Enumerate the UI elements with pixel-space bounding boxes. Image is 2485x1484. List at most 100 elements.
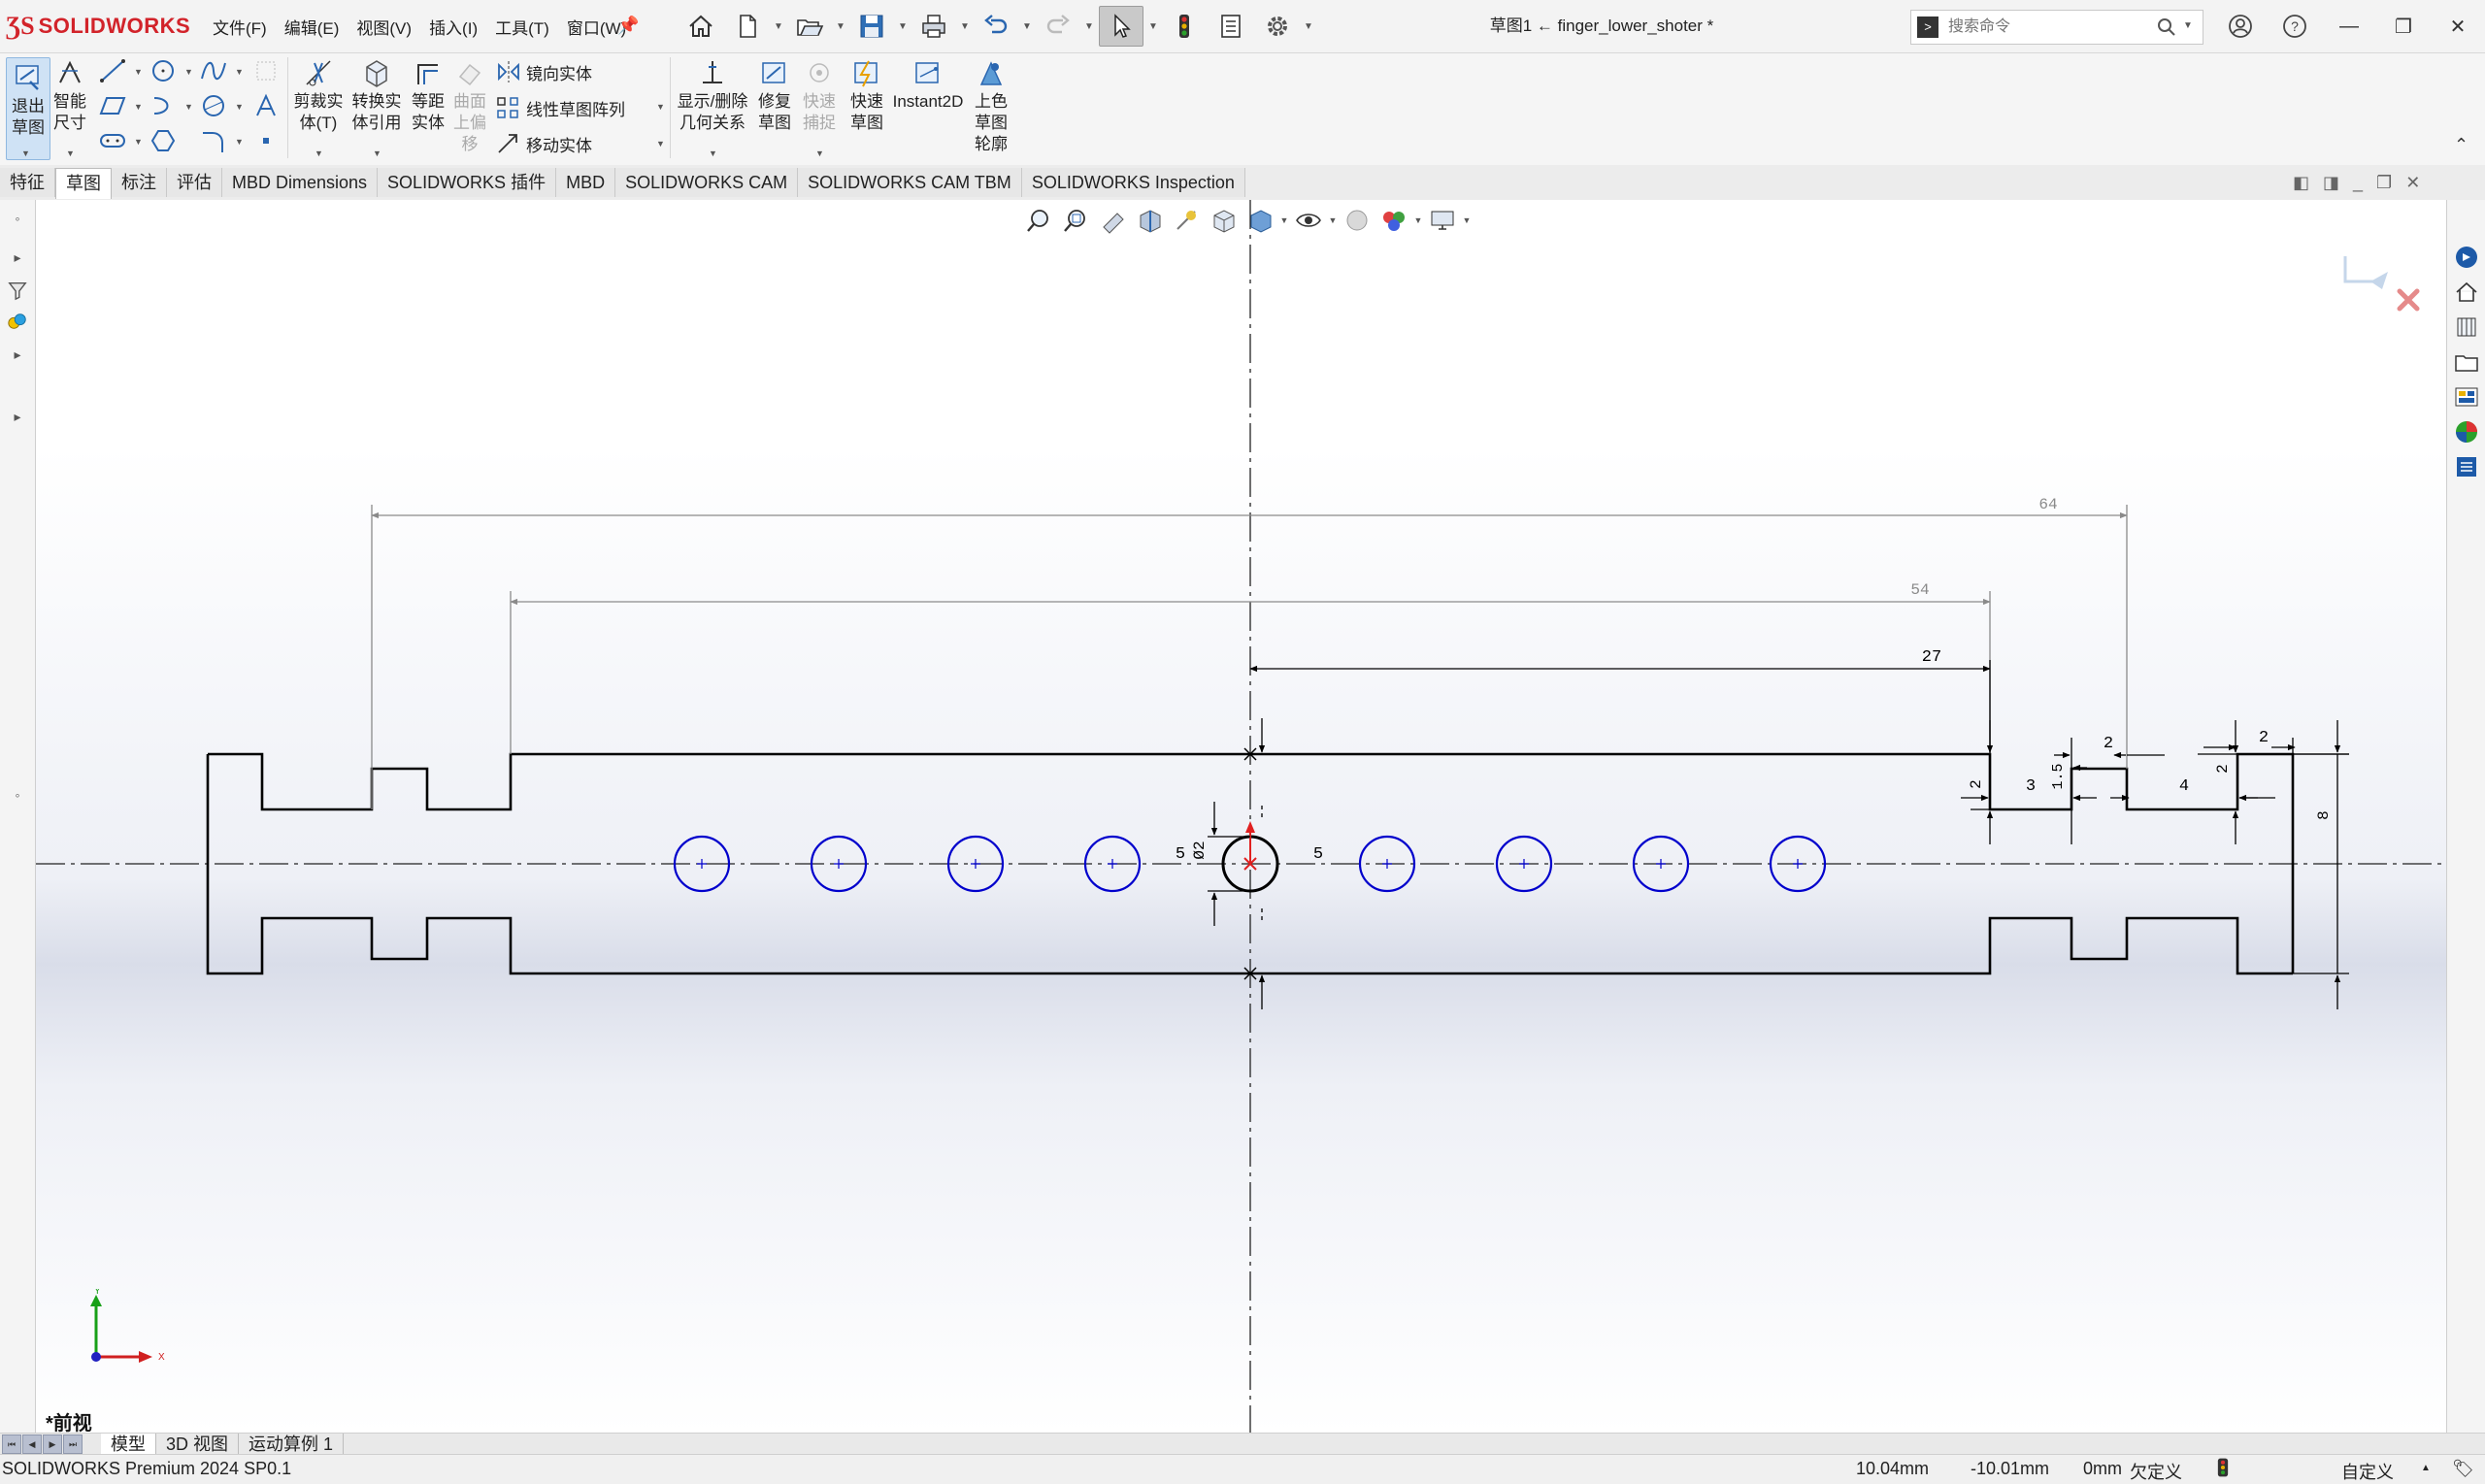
feature-tree-toggle-icon[interactable]: ▸	[4, 245, 31, 270]
zoom-to-fit-button[interactable]	[1021, 203, 1056, 238]
tile-left-icon[interactable]: ◧	[2293, 173, 2309, 193]
zoom-to-area-button[interactable]	[1058, 203, 1093, 238]
line-dropdown-icon[interactable]: ▼	[134, 67, 143, 77]
tab-motion-study-1[interactable]: 运动算例 1	[239, 1434, 345, 1455]
display-delete-relations-button[interactable]: 显示/删除 几何关系	[674, 57, 751, 134]
tile-right-icon[interactable]: ◨	[2323, 173, 2339, 193]
appearances-button[interactable]	[2451, 417, 2482, 446]
view-palette-button[interactable]	[2451, 382, 2482, 412]
exit-sketch-dropdown-icon[interactable]: ▼	[21, 148, 30, 158]
move-dropdown-icon[interactable]: ▼	[656, 139, 665, 148]
display-style-button[interactable]	[1242, 203, 1277, 238]
close-button[interactable]: ✕	[2431, 0, 2485, 52]
new-dropdown-icon[interactable]: ▼	[773, 7, 784, 46]
sketch-canvas[interactable]: 64 54 27 Ø2 5 5 2 3 1.5 2 4 2 2 8	[36, 200, 2446, 1433]
offset-entities-button[interactable]: 等距 实体	[408, 57, 448, 134]
trim-dropdown-icon[interactable]: ▼	[315, 148, 323, 158]
doc-close-icon[interactable]: ✕	[2405, 173, 2420, 193]
undo-button[interactable]	[975, 7, 1017, 46]
trim-entities-button[interactable]: 剪裁实 体(T)	[291, 57, 346, 134]
dimension-end-top-label[interactable]: 2	[2259, 729, 2269, 747]
sketch-picture-button[interactable]	[248, 55, 283, 86]
tab-3d-views[interactable]: 3D 视图	[156, 1434, 240, 1455]
display-style-dropdown-icon[interactable]: ▼	[1279, 215, 1289, 225]
undo-dropdown-icon[interactable]: ▼	[1021, 7, 1033, 46]
panel-arrow-icon[interactable]: ▸	[4, 404, 31, 429]
doc-restore-icon[interactable]: ❐	[2376, 173, 2392, 193]
move-entities-button[interactable]: 移动实体	[495, 131, 592, 156]
file-properties-button[interactable]	[1209, 7, 1252, 46]
pattern-dropdown-icon[interactable]: ▼	[656, 102, 665, 112]
search-input[interactable]	[1946, 15, 2135, 40]
point-button[interactable]	[248, 125, 283, 156]
tab-solidworks-addins[interactable]: SOLIDWORKS 插件	[378, 168, 557, 197]
search-icon[interactable]	[2156, 16, 2177, 38]
arc-dropdown-icon[interactable]: ▼	[184, 102, 193, 112]
tab-solidworks-inspection[interactable]: SOLIDWORKS Inspection	[1021, 168, 1245, 197]
ellipse-button[interactable]	[196, 90, 231, 121]
panel-expand-icon[interactable]: ◦	[4, 206, 31, 231]
apply-scene-button[interactable]	[1376, 203, 1411, 238]
dimension-step-w1-label[interactable]: 3	[2026, 777, 2036, 796]
linear-pattern-button[interactable]: 线性草图阵列	[495, 95, 625, 120]
shaded-sketch-contours-button[interactable]: 上色 草图 轮廓	[971, 57, 1011, 155]
cancel-sketch-icon[interactable]	[2397, 288, 2420, 312]
slot-dropdown-icon[interactable]: ▼	[134, 137, 143, 147]
repair-sketch-button[interactable]: 修复 草图	[755, 57, 794, 134]
splitter-handle-icon[interactable]: ◦	[4, 782, 31, 808]
unit-system[interactable]: 自定义	[2341, 1459, 2394, 1484]
open-button[interactable]	[788, 7, 831, 46]
text-button[interactable]	[248, 90, 283, 121]
dynamic-annotation-button[interactable]	[1169, 203, 1204, 238]
redo-dropdown-icon[interactable]: ▼	[1083, 7, 1095, 46]
print-button[interactable]	[912, 7, 955, 46]
open-dropdown-icon[interactable]: ▼	[835, 7, 846, 46]
spline-dropdown-icon[interactable]: ▼	[235, 67, 244, 77]
view-settings-dropdown-icon[interactable]: ▼	[1462, 215, 1472, 225]
tab-features[interactable]: 特征	[0, 168, 55, 197]
dimension-64[interactable]	[371, 505, 2128, 809]
tab-sketch[interactable]: 草图	[55, 168, 112, 199]
select-dropdown-icon[interactable]: ▼	[1147, 7, 1159, 46]
fillet-dropdown-icon[interactable]: ▼	[235, 137, 244, 147]
menu-insert[interactable]: 插入(I)	[420, 15, 486, 39]
dimension-step-h1-label[interactable]: 2	[1968, 779, 1985, 789]
circle-dropdown-icon[interactable]: ▼	[184, 67, 193, 77]
rebuild-button[interactable]	[1163, 7, 1206, 46]
rebuild-status-icon[interactable]	[2217, 1457, 2229, 1483]
dimension-64-label[interactable]: 64	[2038, 496, 2057, 513]
restore-button[interactable]: ❐	[2376, 0, 2431, 52]
section-view-button[interactable]	[1132, 203, 1167, 238]
help-button[interactable]: ?	[2268, 0, 2322, 52]
dimension-end-height-label[interactable]: 2	[2214, 764, 2232, 774]
tab-mbd[interactable]: MBD	[556, 168, 616, 197]
convert-entities-button[interactable]: 转换实 体引用	[348, 57, 406, 134]
minimize-button[interactable]: —	[2322, 0, 2376, 52]
panel-more-icon[interactable]: ▸	[4, 342, 31, 367]
home-pane-button[interactable]	[2451, 278, 2482, 307]
display-pane-icon[interactable]	[4, 309, 31, 334]
dimension-groove-width-label[interactable]: 4	[2179, 777, 2189, 796]
spline-button[interactable]	[196, 55, 231, 86]
rectangle-button[interactable]	[95, 90, 130, 121]
search-commands[interactable]: > ▼	[1910, 10, 2203, 45]
instant2d-button[interactable]: Instant2D	[889, 57, 967, 113]
edit-appearance-button[interactable]	[1340, 203, 1375, 238]
tab-solidworks-cam[interactable]: SOLIDWORKS CAM	[615, 168, 799, 197]
tab-solidworks-cam-tbm[interactable]: SOLIDWORKS CAM TBM	[798, 168, 1022, 197]
dimension-total-height-label[interactable]: 8	[2315, 810, 2333, 820]
next-tab-icon[interactable]: ▶	[43, 1435, 62, 1454]
doc-minimize-icon[interactable]: _	[2353, 173, 2363, 193]
tab-markup[interactable]: 标注	[112, 168, 167, 197]
print-dropdown-icon[interactable]: ▼	[959, 7, 971, 46]
design-library-button[interactable]	[2451, 313, 2482, 342]
line-button[interactable]	[95, 55, 130, 86]
save-dropdown-icon[interactable]: ▼	[897, 7, 909, 46]
relations-dropdown-icon[interactable]: ▼	[709, 148, 717, 158]
arc-button[interactable]	[146, 90, 181, 121]
polygon-button[interactable]	[146, 125, 181, 156]
quick-snaps-dropdown-icon[interactable]: ▼	[815, 148, 824, 158]
exit-sketch-corner-icon[interactable]	[2343, 256, 2388, 289]
dimension-hole-right-label[interactable]: 5	[1313, 845, 1323, 864]
hide-show-items-button[interactable]	[1291, 203, 1326, 238]
